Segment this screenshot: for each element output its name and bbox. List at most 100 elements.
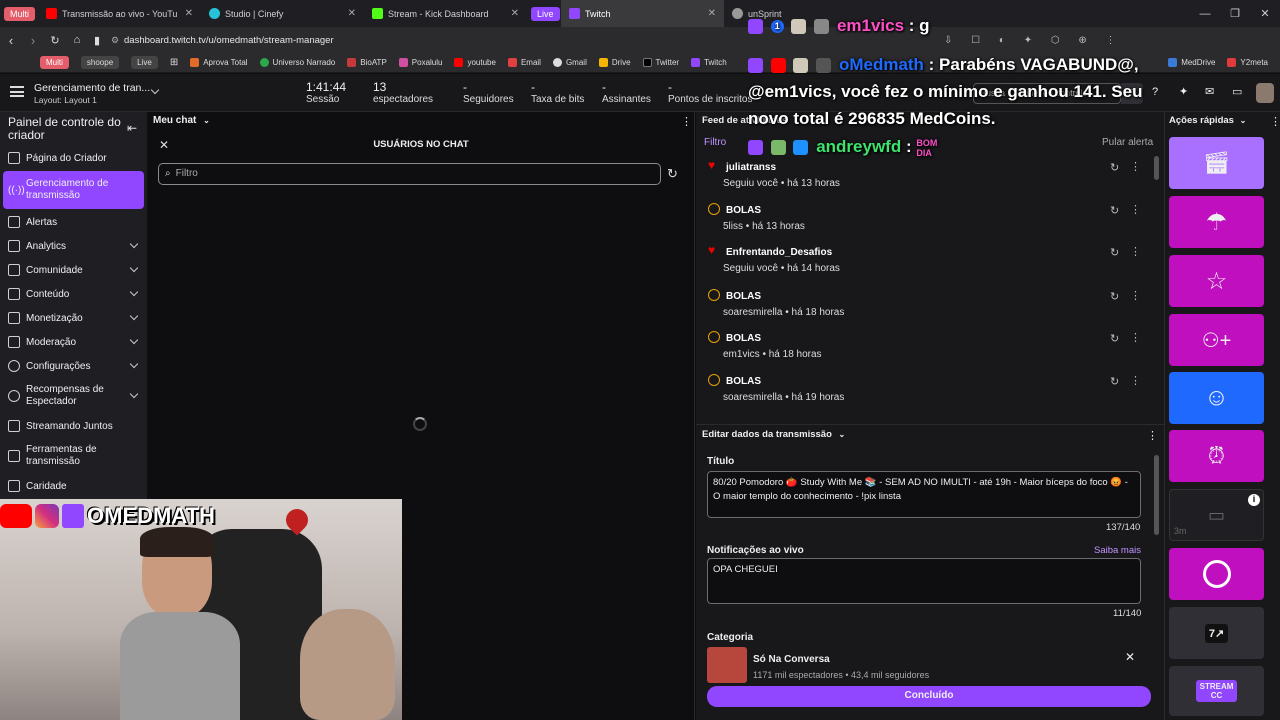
quick-action-slow-mode[interactable]: ⏰︎ (1169, 430, 1264, 482)
more-icon[interactable]: ⋮ (1147, 429, 1158, 442)
more-icon[interactable]: ⋮ (1130, 245, 1141, 258)
bookmark-poxalulu[interactable]: Poxalulu (398, 58, 442, 67)
bookmark-live[interactable]: Live (131, 56, 158, 69)
filter-input[interactable]: ⌕ Filtro (158, 163, 661, 185)
tab-live[interactable]: Live (527, 0, 561, 27)
close-icon[interactable]: ✕ (511, 8, 519, 19)
help-icon[interactable]: ? (1152, 86, 1158, 98)
quick-action-timer[interactable] (1169, 548, 1264, 600)
back-icon[interactable]: ‹ (0, 33, 22, 48)
refresh-icon[interactable]: ↻ (667, 166, 678, 182)
notifications-input[interactable]: OPA CHEGUEI (707, 558, 1141, 604)
avatar[interactable] (1256, 83, 1274, 103)
replay-icon[interactable]: ↻ (1110, 204, 1119, 217)
url-field[interactable]: dashboard.twitch.tv/u/omedmath/stream-ma… (124, 35, 944, 46)
replay-icon[interactable]: ↻ (1110, 332, 1119, 345)
chat-bubble-icon[interactable]: ▭ (1232, 85, 1242, 98)
feed-item[interactable]: BOLAS soaresmirella • há 18 horas ↻ ⋮ (706, 289, 1146, 329)
quick-action-add-mod[interactable]: ⚇+ (1169, 314, 1264, 366)
feed-filter-button[interactable]: Filtro (704, 137, 726, 148)
skip-alert-button[interactable]: Pular alerta (1102, 137, 1153, 148)
replay-icon[interactable]: ↻ (1110, 375, 1119, 388)
title-input[interactable]: 80/20 Pomodoro 🍅 Study With Me 📚 - SEM A… (707, 471, 1141, 518)
tab-kick[interactable]: Stream - Kick Dashboard ✕ (364, 0, 527, 27)
bookmark-y2meta[interactable]: Y2meta (1227, 58, 1268, 67)
forward-icon[interactable]: › (22, 33, 44, 48)
site-info-icon[interactable]: ⚙ (106, 35, 124, 46)
feed-item[interactable]: ♥ Enfrentando_Desafios Seguiu você • há … (706, 243, 1146, 285)
menu-icon[interactable] (10, 86, 24, 97)
more-icon[interactable]: ⋮ (1130, 331, 1141, 344)
bookmark-email[interactable]: Email (507, 58, 541, 67)
sidebar-item-moderacao[interactable]: Moderação (0, 330, 147, 354)
sidebar-item-analytics[interactable]: Analytics (0, 234, 147, 258)
quick-action-highlight[interactable]: ☆ (1169, 255, 1264, 307)
tab-multi[interactable]: Multi (0, 0, 38, 27)
bookmark-gmail[interactable]: Gmail (552, 58, 587, 67)
sidebar-item-comunidade[interactable]: Comunidade (0, 258, 147, 282)
tab-twitch[interactable]: Twitch ✕ (561, 0, 724, 27)
close-icon[interactable]: ✕ (708, 8, 716, 19)
bookmark-universo[interactable]: Universo Narrado (259, 58, 335, 67)
edit-header[interactable]: Editar dados da transmissão ⌄ (702, 429, 845, 440)
feed-scrollbar[interactable] (1154, 156, 1159, 180)
feed-item[interactable]: BOLAS soaresmirella • há 19 horas ↻ ⋮ (706, 374, 1146, 414)
sparkle-icon[interactable]: ✦ (1179, 85, 1188, 98)
window-close-icon[interactable]: ✕ (1250, 7, 1280, 20)
bookmark-bioatp[interactable]: BioATP (347, 58, 387, 67)
bookmark-multi[interactable]: Multi (40, 56, 69, 69)
bookmark-meddrive[interactable]: MedDrive (1168, 58, 1215, 67)
bookmark-drive[interactable]: Drive (598, 58, 631, 67)
sidebar-item-streamando-juntos[interactable]: Streamando Juntos (0, 414, 147, 438)
reload-icon[interactable]: ↻ (44, 34, 66, 47)
sidebar-item-monetizacao[interactable]: Monetização (0, 306, 147, 330)
sidebar-item-recompensas[interactable]: Recompensas de Espectador (0, 378, 147, 414)
minimize-icon[interactable]: — (1190, 8, 1220, 20)
tab-youtube-studio[interactable]: Transmissão ao vivo - YouTube Studio ✕ (38, 0, 201, 27)
bookmark-shoope[interactable]: shoope (80, 56, 120, 69)
quick-action-streamcc[interactable]: STREAM CC (1169, 666, 1264, 716)
maximize-icon[interactable]: ❐ (1220, 7, 1250, 20)
edit-scrollbar[interactable] (1154, 455, 1159, 535)
sidebar-item-configuracoes[interactable]: Configurações (0, 354, 147, 378)
quick-action-emote-mode[interactable]: ☺ (1169, 372, 1264, 424)
done-button[interactable]: Concluído (707, 686, 1151, 707)
bookmark-twitch[interactable]: Twitch (691, 58, 727, 67)
more-icon[interactable]: ⋮ (1270, 115, 1280, 128)
more-icon[interactable]: ⋮ (1130, 374, 1141, 387)
replay-icon[interactable]: ↻ (1110, 161, 1119, 174)
more-icon[interactable]: ⋮ (1130, 289, 1141, 302)
remove-category-icon[interactable]: ✕ (1125, 650, 1135, 664)
bookmark-aprova[interactable]: Aprova Total (190, 58, 248, 67)
quick-action-tv[interactable]: 7↗ (1169, 607, 1264, 659)
close-icon[interactable]: ✕ (348, 8, 356, 19)
inbox-icon[interactable]: ✉ (1205, 85, 1214, 98)
quick-action-clip[interactable]: 🎬︎ (1169, 137, 1264, 189)
sidebar-item-alertas[interactable]: Alertas (0, 210, 147, 234)
close-icon[interactable]: ✕ (185, 8, 193, 19)
sidebar-item-ferramentas[interactable]: Ferramentas de transmissão (0, 438, 147, 474)
layout-dropdown-chevron-icon[interactable] (150, 85, 160, 95)
more-icon[interactable]: ⋮ (681, 115, 692, 128)
quick-action-raid[interactable]: ☂︎ (1169, 196, 1264, 248)
replay-icon[interactable]: ↻ (1110, 246, 1119, 259)
tab-cinefy[interactable]: Studio | Cinefy ✕ (201, 0, 364, 27)
chat-header[interactable]: Meu chat ⌄ (153, 115, 210, 126)
more-icon[interactable]: ⋮ (1130, 160, 1141, 173)
extensions-icons[interactable]: ⇩ ☐ ◐ ✦ ⬡ ⊕ ⋮ (944, 35, 1124, 46)
replay-icon[interactable]: ↻ (1110, 290, 1119, 303)
home-icon[interactable]: ⌂ (66, 34, 88, 46)
collapse-sidebar-icon[interactable]: ⇤ (127, 121, 137, 135)
sidebar-item-gerenciamento[interactable]: ((·)) Gerenciamento de transmissão (3, 171, 144, 209)
bookmark-twitter[interactable]: Twitter (642, 58, 679, 67)
feed-item[interactable]: ♥ juliatranss Seguiu você • há 13 horas … (706, 158, 1146, 200)
apps-icon[interactable]: ⊞ (170, 57, 178, 68)
info-icon[interactable]: i (1248, 494, 1260, 506)
bookmark-icon[interactable]: ▮ (88, 34, 106, 47)
sidebar-item-caridade[interactable]: Caridade (0, 474, 147, 498)
bookmark-youtube[interactable]: youtube (454, 58, 496, 67)
feed-item[interactable]: BOLAS 5liss • há 13 horas ↻ ⋮ (706, 203, 1146, 243)
sidebar-item-conteudo[interactable]: Conteúdo (0, 282, 147, 306)
learn-more-link[interactable]: Saiba mais (1094, 545, 1141, 556)
quick-actions-header[interactable]: Ações rápidas ⌄ (1169, 115, 1246, 126)
